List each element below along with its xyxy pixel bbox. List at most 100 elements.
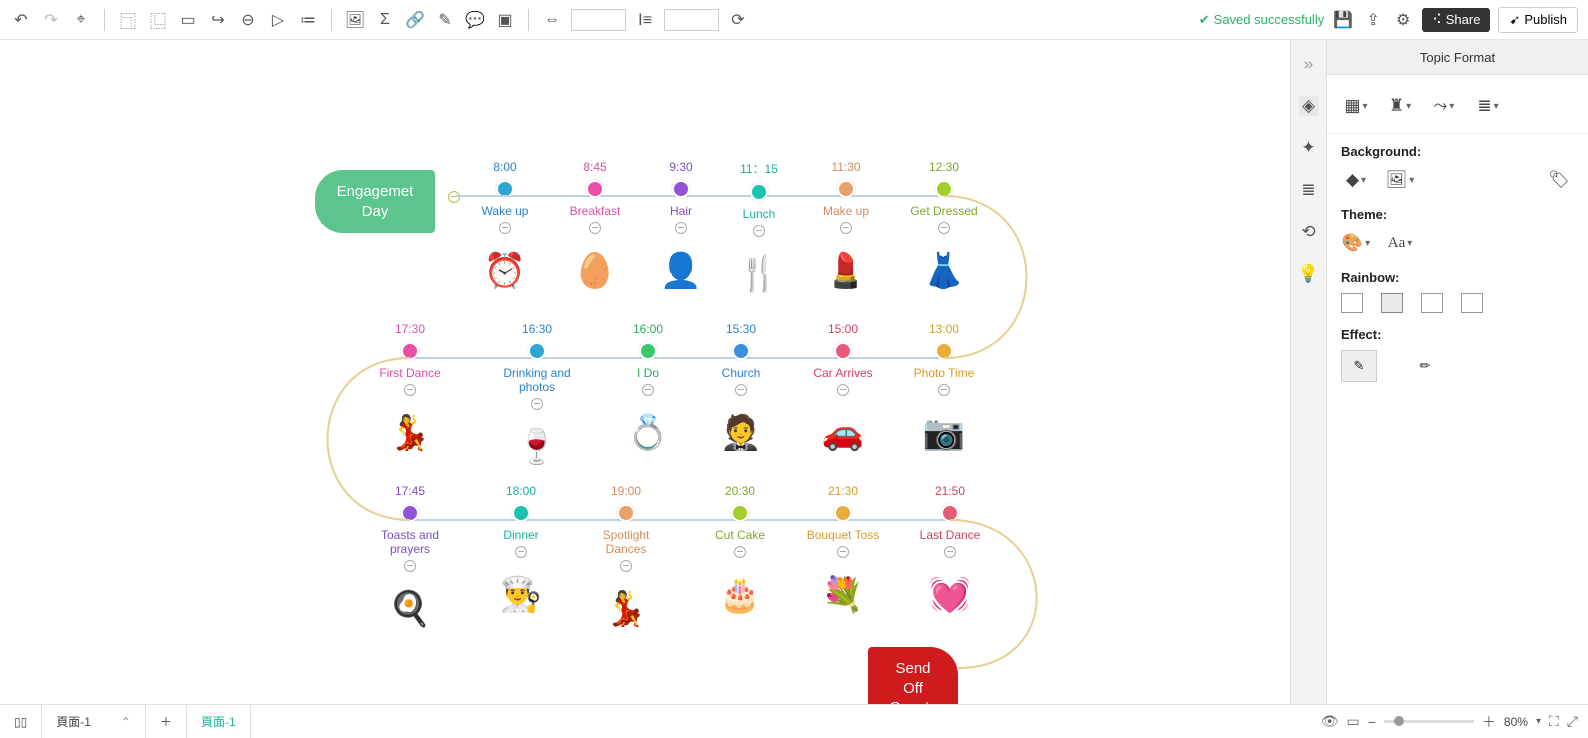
collapse-icon[interactable]	[531, 398, 543, 410]
idea-icon[interactable]: 💡	[1299, 264, 1319, 284]
undo-icon[interactable]: ↶	[10, 9, 32, 31]
outline-view-icon[interactable]: ▯▯	[0, 705, 42, 738]
timeline-node[interactable]: 20:30Cut Cake🎂	[695, 484, 785, 618]
image-icon[interactable]: 🖼	[344, 9, 366, 31]
share-label: Share	[1446, 12, 1481, 27]
numbering-icon[interactable]: ≣▾	[1473, 93, 1503, 119]
collapse-icon[interactable]	[404, 560, 416, 572]
node-time: 16:00	[603, 322, 693, 336]
note-icon[interactable]: ▣	[494, 9, 516, 31]
node-dot	[528, 342, 546, 360]
node-time: 16:30	[492, 322, 582, 336]
page-tab-1[interactable]: 頁面-1⌃	[42, 705, 146, 738]
structure-icon[interactable]: ♜▾	[1385, 93, 1415, 119]
check-icon: ✔	[1199, 12, 1210, 28]
rainbow-opt-2[interactable]	[1381, 293, 1403, 313]
comment-icon[interactable]: 💬	[464, 9, 486, 31]
collapse-icon[interactable]	[675, 222, 687, 234]
collapse-panel-icon[interactable]: »	[1299, 54, 1319, 74]
connector-curve	[290, 354, 530, 524]
node-dot	[750, 183, 768, 201]
timeline-node[interactable]: 8:00Wake up⏰	[460, 160, 550, 294]
connector-line	[455, 194, 510, 198]
color-scheme-icon[interactable]: 🎨▾	[1341, 230, 1371, 256]
height-input[interactable]	[664, 9, 719, 31]
node-icon: 🤵	[696, 410, 786, 456]
formula-icon[interactable]: Σ	[374, 9, 396, 31]
rainbow-opt-3[interactable]	[1421, 293, 1443, 313]
add-page-button[interactable]: ＋	[146, 705, 187, 738]
history-icon[interactable]: ⟲	[1299, 222, 1319, 242]
node-time: 21:30	[798, 484, 888, 498]
outline-icon[interactable]: ≣	[1299, 180, 1319, 200]
saved-label: Saved successfully	[1214, 12, 1325, 27]
publish-button[interactable]: ➹Publish	[1498, 7, 1578, 33]
collapse-icon[interactable]	[642, 384, 654, 396]
node-dot	[586, 180, 604, 198]
node-dot	[672, 180, 690, 198]
rainbow-opt-4[interactable]	[1461, 293, 1483, 313]
options-icon[interactable]: ⚙	[1392, 9, 1414, 31]
fullscreen-icon[interactable]: ⤢	[1567, 713, 1578, 730]
subtopic-icon[interactable]: ⿹	[117, 9, 139, 31]
effect-brush-icon[interactable]: ✏	[1407, 350, 1443, 382]
separator	[331, 9, 332, 31]
attachment-icon[interactable]: 🔗	[404, 9, 426, 31]
collapse-icon[interactable]	[753, 225, 765, 237]
fill-icon[interactable]: ◆▾	[1341, 167, 1371, 193]
node-label: Lunch	[714, 207, 804, 221]
refresh-icon[interactable]: ⟳	[727, 9, 749, 31]
zoom-thumb[interactable]	[1394, 716, 1404, 726]
collapse-icon[interactable]	[499, 222, 511, 234]
bg-image-icon[interactable]: 🖼▾	[1385, 167, 1415, 193]
floating-icon[interactable]: ▭	[177, 9, 199, 31]
collapse-icon[interactable]	[515, 546, 527, 558]
zoom-menu-icon[interactable]: ▾	[1536, 716, 1541, 727]
tab-menu-icon[interactable]: ⌃	[121, 715, 131, 729]
summary-icon[interactable]: ≔	[297, 9, 319, 31]
width-input[interactable]	[571, 9, 626, 31]
timeline-node[interactable]: 15:30Church🤵	[696, 322, 786, 456]
timeline-node[interactable]: 16:00I Do💍	[603, 322, 693, 456]
tag-icon[interactable]: ⌖	[70, 9, 92, 31]
style-icon[interactable]: ◈	[1299, 96, 1319, 116]
collapse-icon[interactable]	[589, 222, 601, 234]
font-icon[interactable]: Aa▾	[1385, 230, 1415, 256]
redo-icon[interactable]: ↷	[40, 9, 62, 31]
collapse-icon[interactable]	[735, 384, 747, 396]
page-tab-2[interactable]: 頁面-1	[187, 705, 251, 738]
zoom-slider[interactable]	[1384, 720, 1474, 723]
export-icon[interactable]: ⇪	[1362, 9, 1384, 31]
share-button[interactable]: ⠪Share	[1422, 8, 1490, 32]
effect-pencil-icon[interactable]: ✎	[1341, 350, 1377, 382]
timeline-node[interactable]: 11：15Lunch🍴	[714, 160, 804, 297]
zoom-out-icon[interactable]: −	[1368, 714, 1376, 730]
collapse-icon[interactable]	[837, 384, 849, 396]
preview-icon[interactable]: 👁	[1321, 713, 1339, 730]
collapse-icon[interactable]	[620, 560, 632, 572]
zoom-in-icon[interactable]: ＋	[1482, 712, 1496, 732]
node-time: 19:00	[581, 484, 671, 498]
relationship-icon[interactable]: ↪	[207, 9, 229, 31]
zoom-label: 80%	[1504, 715, 1528, 729]
callout-icon[interactable]: ⊖	[237, 9, 259, 31]
timeline-node[interactable]: 19:00Spotlight Dances💃	[581, 484, 671, 632]
clipart-icon[interactable]: ✦	[1299, 138, 1319, 158]
presentation-icon[interactable]: ▭	[1347, 713, 1360, 730]
layout-icon[interactable]: ▦▾	[1341, 93, 1371, 119]
node-label: Spotlight Dances	[581, 528, 671, 556]
mark-icon[interactable]: ✎	[434, 9, 456, 31]
sibling-icon[interactable]: ⿺	[147, 9, 169, 31]
rainbow-opt-1[interactable]	[1341, 293, 1363, 313]
fit-icon[interactable]: ⛶	[1549, 713, 1559, 730]
timeline-node[interactable]: 8:45Breakfast🥚	[550, 160, 640, 294]
collapse-icon[interactable]	[938, 384, 950, 396]
watermark-icon[interactable]: 🏷	[1544, 167, 1574, 193]
start-node[interactable]: EngagemetDay	[315, 170, 435, 233]
save-icon[interactable]: 💾	[1332, 9, 1354, 31]
collapse-icon[interactable]	[734, 546, 746, 558]
canvas[interactable]: EngagemetDaySend OffGuests8:00Wake up⏰8:…	[0, 40, 1290, 704]
boundary-icon[interactable]: ▷	[267, 9, 289, 31]
timeline-node[interactable]: 9:30Hair👤	[636, 160, 726, 294]
connector-icon[interactable]: ⤳▾	[1429, 93, 1459, 119]
